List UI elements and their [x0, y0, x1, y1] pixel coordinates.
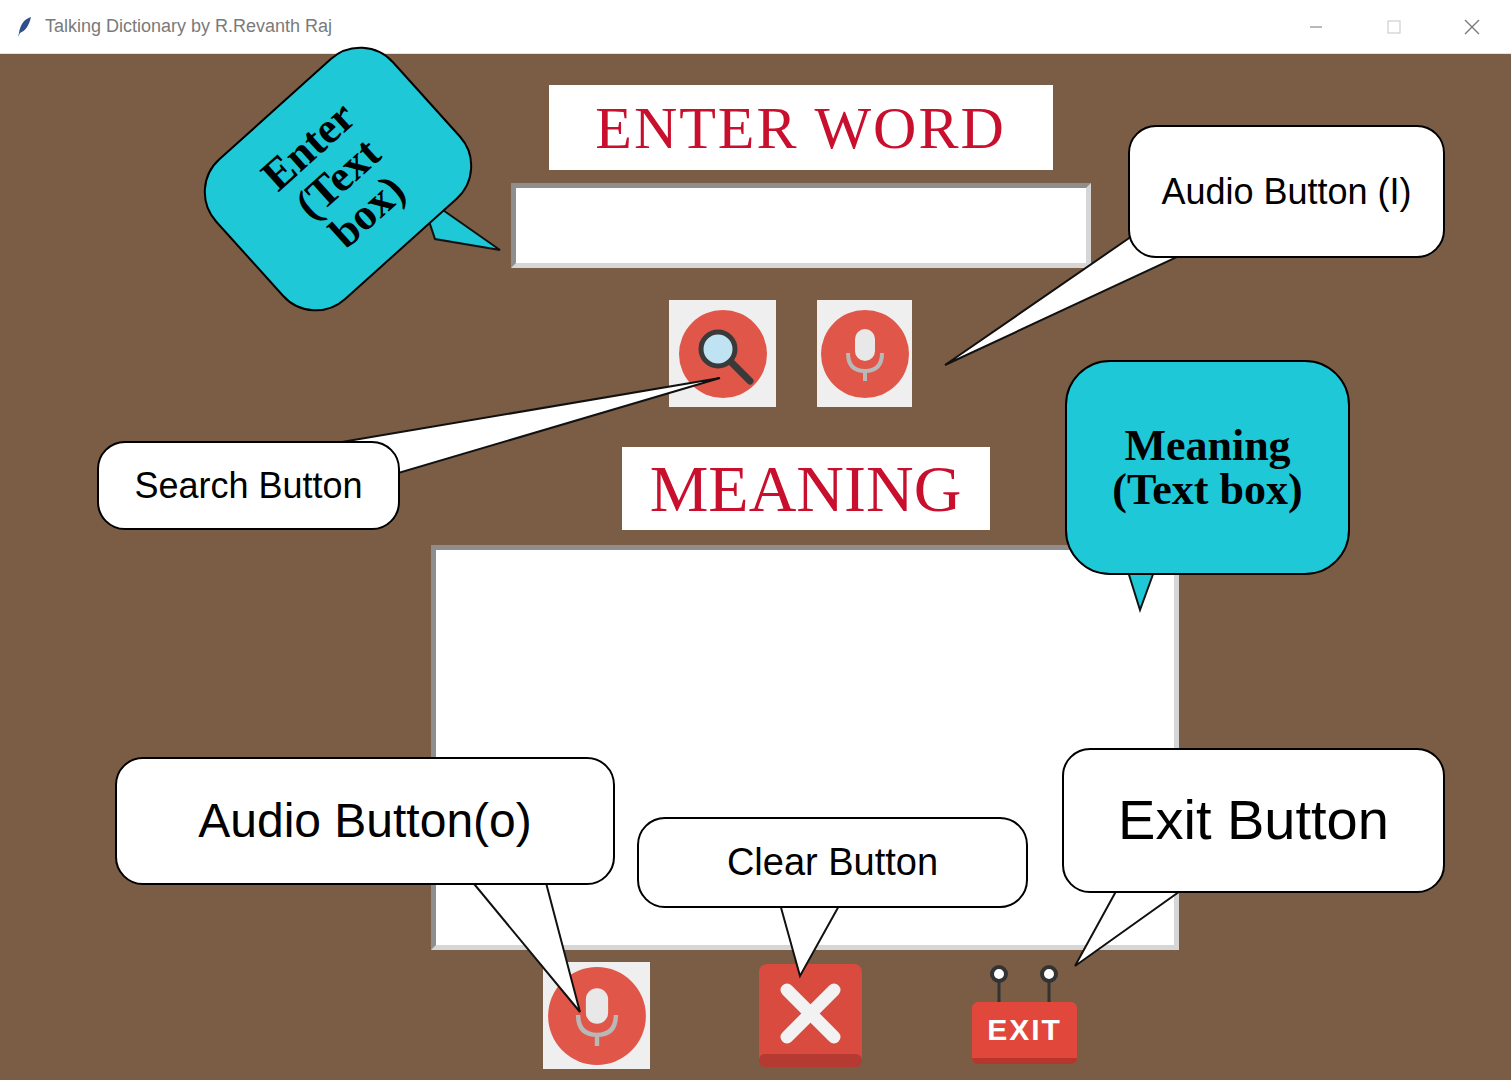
callout-text: Enter (Text box)	[238, 80, 438, 278]
window-title: Talking Dictionary by R.Revanth Raj	[45, 13, 332, 40]
callout-tail	[470, 879, 580, 1012]
callout-text: Meaning (Text box)	[1079, 424, 1336, 512]
close-button[interactable]	[1433, 0, 1511, 53]
callout-note: Exit Button	[1062, 748, 1445, 893]
audio-input-button[interactable]	[817, 300, 912, 407]
callout-note: Search Button	[97, 441, 400, 530]
feather-icon	[16, 16, 34, 38]
close-icon	[1464, 19, 1480, 35]
microphone-icon	[547, 966, 647, 1066]
microphone-icon	[820, 309, 910, 399]
callout-note: Audio Button(o)	[115, 757, 615, 885]
meaning-label: MEANING	[622, 447, 990, 530]
clear-button[interactable]	[757, 962, 864, 1069]
callout-note: Audio Button (I)	[1128, 125, 1445, 258]
word-entry[interactable]	[511, 183, 1091, 268]
exit-button[interactable]: EXIT	[971, 962, 1078, 1069]
minimize-button[interactable]	[1277, 0, 1355, 53]
maximize-button	[1355, 0, 1433, 53]
clear-icon	[757, 962, 864, 1069]
callout-text: Exit Button	[1118, 788, 1389, 852]
minimize-icon	[1309, 20, 1323, 34]
bookshelf-background: ENTER WORD MEANING	[0, 54, 1511, 1080]
maximize-icon	[1387, 20, 1401, 34]
search-button[interactable]	[669, 300, 776, 407]
callout-bubble: Meaning (Text box)	[1065, 360, 1350, 575]
title-bar: Talking Dictionary by R.Revanth Raj	[0, 0, 1511, 54]
callout-text: Audio Button(o)	[198, 793, 532, 848]
callout-note: Clear Button	[637, 817, 1028, 908]
callout-tail	[780, 904, 840, 976]
sign-hooks-icon	[971, 962, 1078, 1002]
audio-output-button[interactable]	[543, 962, 650, 1069]
enter-word-label: ENTER WORD	[549, 85, 1053, 170]
callout-text: Audio Button (I)	[1161, 171, 1411, 212]
callout-bubble: Enter (Text box)	[185, 28, 490, 330]
app-window: Talking Dictionary by R.Revanth Raj ENTE…	[0, 0, 1511, 1080]
callout-tail	[1075, 884, 1190, 966]
search-icon	[678, 309, 768, 399]
callout-text: Clear Button	[727, 841, 938, 885]
callout-text: Search Button	[134, 465, 362, 506]
